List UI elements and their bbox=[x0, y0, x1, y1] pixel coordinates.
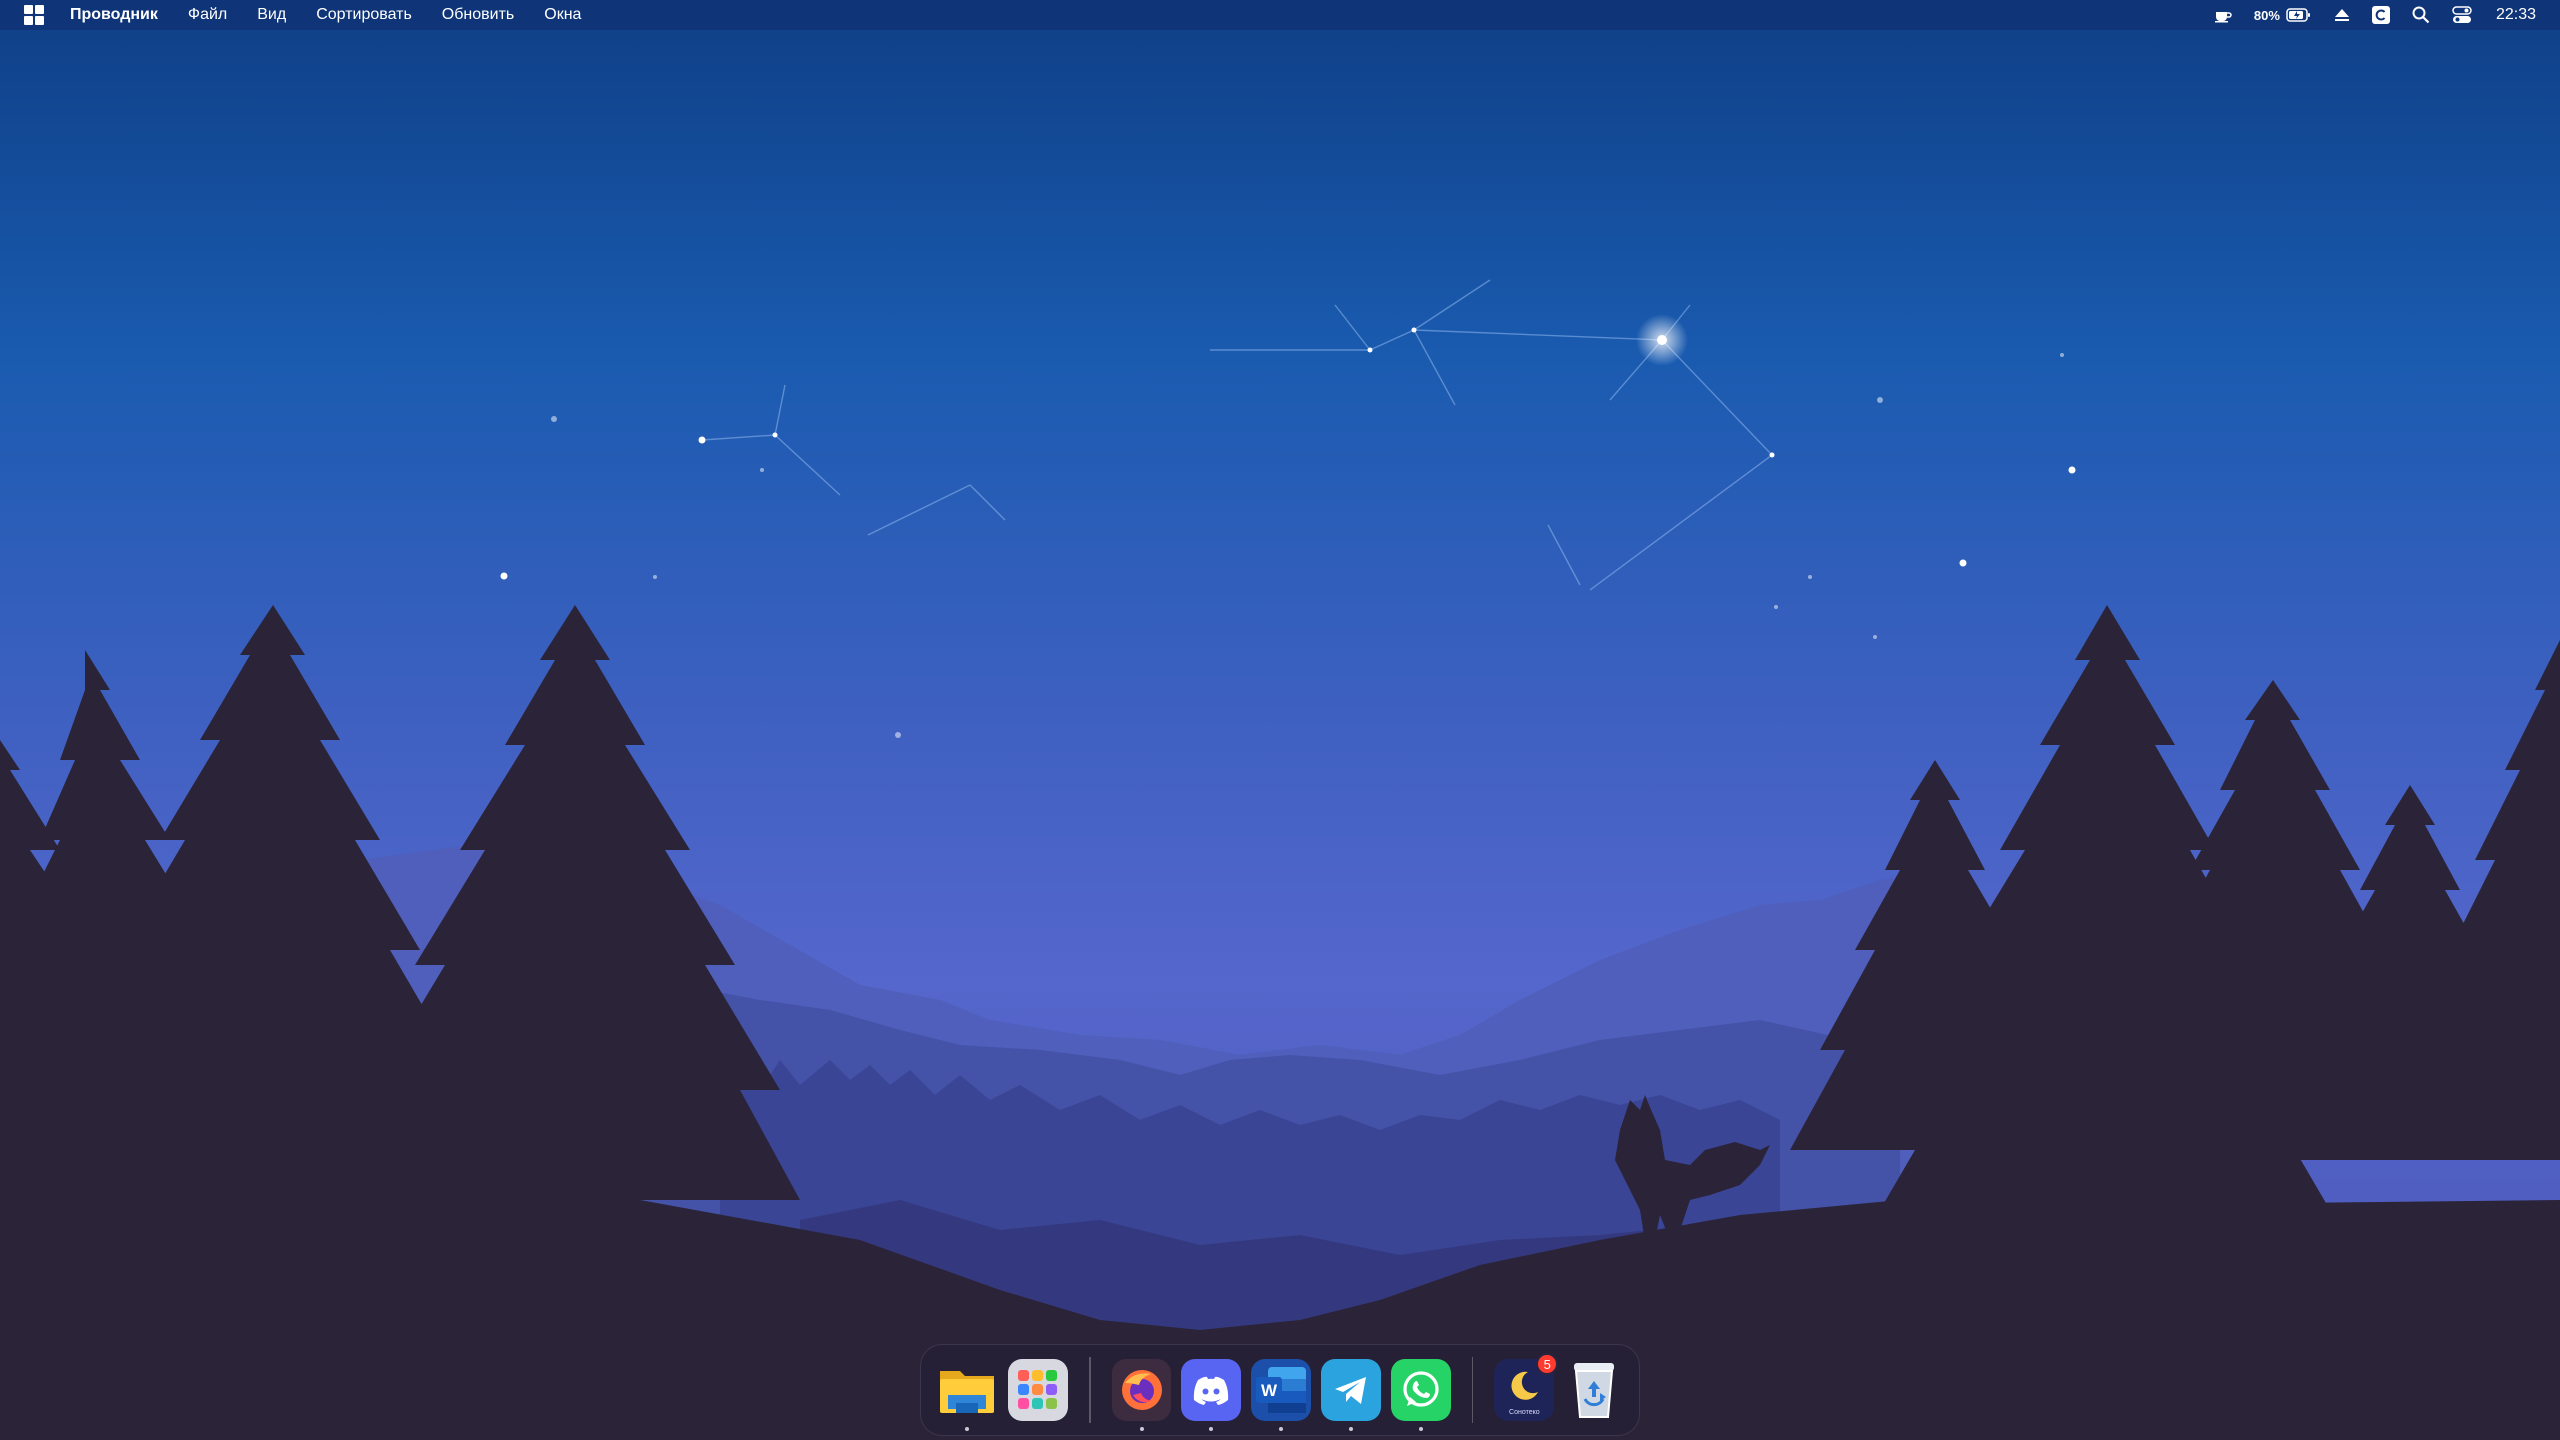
desktop-wallpaper bbox=[0, 0, 2560, 1440]
dock-whatsapp[interactable] bbox=[1390, 1359, 1451, 1431]
active-app-name[interactable]: Проводник bbox=[70, 6, 158, 24]
control-center-icon[interactable] bbox=[2452, 6, 2472, 24]
menu-windows[interactable]: Окна bbox=[544, 6, 581, 24]
dock-file-explorer[interactable] bbox=[936, 1359, 998, 1431]
coffee-cup-icon[interactable] bbox=[2214, 7, 2232, 23]
running-indicator bbox=[1418, 1427, 1423, 1431]
start-menu-icon[interactable] bbox=[24, 5, 44, 25]
search-icon[interactable] bbox=[2412, 6, 2430, 24]
menu-view[interactable]: Вид bbox=[257, 6, 286, 24]
dock-recycle-bin[interactable] bbox=[1564, 1359, 1624, 1421]
moon-icon bbox=[1511, 1371, 1539, 1400]
running-indicator bbox=[1139, 1427, 1144, 1431]
running-indicator bbox=[1348, 1427, 1353, 1431]
sleep-app-label: Сонотеко bbox=[1509, 1409, 1540, 1416]
folder-icon bbox=[940, 1371, 994, 1413]
dock-launchpad[interactable] bbox=[1008, 1359, 1068, 1421]
menu-refresh[interactable]: Обновить bbox=[442, 6, 514, 24]
recycle-bin-icon bbox=[1574, 1363, 1615, 1418]
telegram-icon bbox=[1334, 1377, 1366, 1404]
dock-firefox[interactable] bbox=[1111, 1359, 1172, 1431]
firefox-icon bbox=[1121, 1370, 1162, 1410]
battery-status[interactable]: 80% bbox=[2254, 8, 2312, 23]
dock-word[interactable]: W bbox=[1251, 1359, 1311, 1431]
c-app-icon[interactable] bbox=[2371, 6, 2390, 24]
dock-separator bbox=[1471, 1357, 1474, 1423]
whatsapp-icon bbox=[1403, 1371, 1439, 1407]
dock-telegram[interactable] bbox=[1320, 1359, 1381, 1431]
running-indicator bbox=[965, 1427, 969, 1431]
notification-badge: 5 bbox=[1536, 1353, 1559, 1375]
dock-sleep-app[interactable]: Сонотеко 5 bbox=[1494, 1353, 1559, 1421]
dock: W Сонотеко 5 bbox=[920, 1344, 1640, 1436]
battery-percent: 80% bbox=[2253, 7, 2280, 23]
svg-text:W: W bbox=[1261, 1381, 1278, 1400]
word-icon: W bbox=[1256, 1367, 1307, 1413]
menu-sort[interactable]: Сортировать bbox=[316, 6, 412, 24]
battery-charging-icon bbox=[2286, 8, 2312, 22]
running-indicator bbox=[1209, 1427, 1214, 1431]
menu-bar: Проводник Файл Вид Сортировать Обновить … bbox=[0, 0, 2560, 30]
eject-icon[interactable] bbox=[2334, 7, 2350, 23]
menu-file[interactable]: Файл bbox=[188, 6, 227, 24]
discord-icon bbox=[1194, 1376, 1229, 1405]
dock-separator bbox=[1088, 1357, 1091, 1423]
app-grid-icon bbox=[1017, 1370, 1057, 1409]
running-indicator bbox=[1279, 1427, 1284, 1431]
dock-discord[interactable] bbox=[1181, 1359, 1242, 1431]
clock[interactable]: 22:33 bbox=[2496, 6, 2536, 24]
